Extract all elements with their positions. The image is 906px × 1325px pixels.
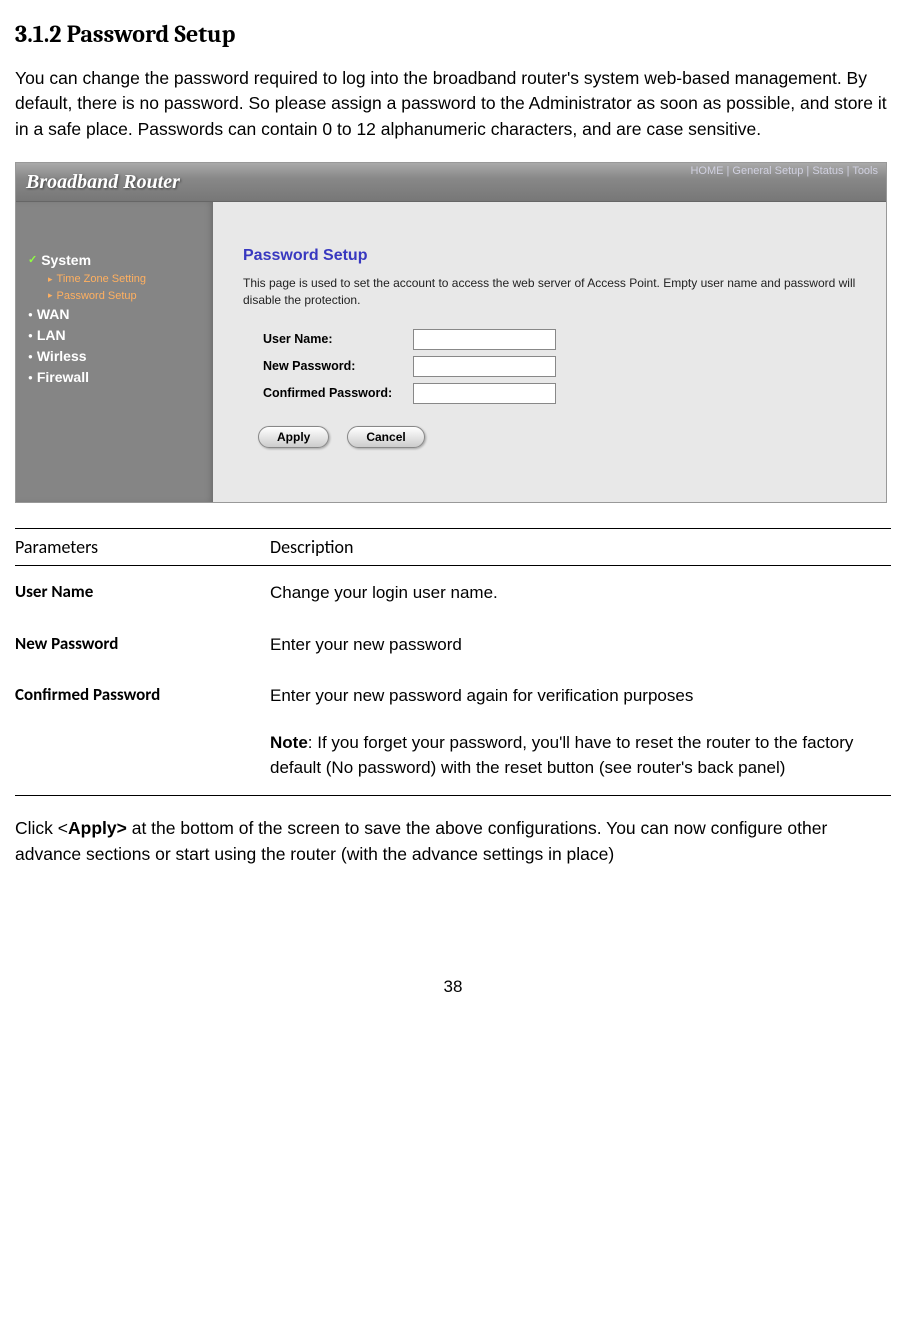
nav-general-setup[interactable]: General Setup [732,165,803,177]
sidebar-label: Firewall [37,367,89,388]
input-confirmpassword[interactable] [413,383,556,404]
top-nav: HOME | General Setup | Status | Tools [690,165,878,177]
page-number: 38 [15,977,891,997]
closing-post: at the bottom of the screen to save the … [15,818,827,863]
label-newpassword: New Password: [263,359,413,373]
nav-status[interactable]: Status [812,165,843,177]
table-header-row: Parameters Description [15,528,891,566]
table-row: Confirmed Password Enter your new passwo… [15,669,891,721]
sidebar-item-firewall[interactable]: Firewall [28,367,213,388]
param-name: New Password [15,633,270,658]
router-brand: Broadband Router [16,171,180,194]
param-desc: Change your login user name. [270,581,891,606]
label-username: User Name: [263,332,413,346]
input-username[interactable] [413,329,556,350]
closing-apply: Apply> [68,818,127,838]
sidebar-label: LAN [37,325,66,346]
param-name: User Name [15,581,270,606]
parameters-table: Parameters Description User Name Change … [15,528,891,796]
param-name: Confirmed Password [15,684,270,709]
param-desc: Enter your new password again for verifi… [270,684,891,709]
sidebar-item-lan[interactable]: LAN [28,325,213,346]
sidebar-item-wan[interactable]: WAN [28,304,213,325]
panel-title: Password Setup [243,247,856,265]
label-confirmpassword: Confirmed Password: [263,386,413,400]
header-description: Description [270,536,891,558]
nav-sep: | [844,165,853,177]
table-row: User Name Change your login user name. [15,566,891,618]
router-screenshot: Broadband Router HOME | General Setup | … [15,162,887,503]
sidebar-label: Password Setup [57,288,137,305]
header-parameters: Parameters [15,536,270,558]
form-row-username: User Name: [263,329,856,350]
nav-sep: | [803,165,812,177]
button-row: Apply Cancel [258,426,856,448]
horizontal-rule [15,795,891,796]
sidebar-label: Time Zone Setting [57,271,146,288]
table-row: New Password Enter your new password [15,618,891,670]
closing-paragraph: Click <Apply> at the bottom of the scree… [15,816,891,867]
sidebar: System Time Zone Setting Password Setup … [16,202,213,502]
param-desc: Enter your new password [270,633,891,658]
input-newpassword[interactable] [413,356,556,377]
note-paragraph: Note: If you forget your password, you'l… [15,731,891,780]
sidebar-sub-password[interactable]: Password Setup [28,288,213,305]
sidebar-item-system[interactable]: System [28,250,213,271]
router-header: Broadband Router HOME | General Setup | … [16,163,886,202]
closing-pre: Click < [15,818,68,838]
apply-button[interactable]: Apply [258,426,329,448]
nav-home[interactable]: HOME [690,165,723,177]
sidebar-label: WAN [37,304,70,325]
note-body: : If you forget your password, you'll ha… [270,733,853,777]
note-label: Note [270,733,308,752]
form-row-newpassword: New Password: [263,356,856,377]
sidebar-sub-timezone[interactable]: Time Zone Setting [28,271,213,288]
sidebar-label: Wirless [37,346,87,367]
sidebar-item-wireless[interactable]: Wirless [28,346,213,367]
intro-paragraph: You can change the password required to … [15,66,891,142]
sidebar-label: System [41,250,91,271]
nav-tools[interactable]: Tools [852,165,878,177]
form-row-confirmpassword: Confirmed Password: [263,383,856,404]
section-heading: 3.1.2 Password Setup [15,20,891,48]
panel-description: This page is used to set the account to … [243,275,856,309]
router-body: System Time Zone Setting Password Setup … [16,202,886,502]
main-panel: Password Setup This page is used to set … [213,202,886,502]
cancel-button[interactable]: Cancel [347,426,424,448]
